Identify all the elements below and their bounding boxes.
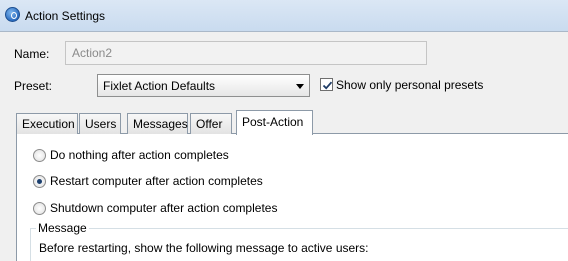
window-title: Action Settings xyxy=(25,9,106,23)
radio-shutdown[interactable] xyxy=(33,202,46,215)
option-do-nothing-label[interactable]: Do nothing after action completes xyxy=(50,148,229,162)
preset-selected-value: Fixlet Action Defaults xyxy=(103,79,216,93)
personal-presets-label[interactable]: Show only personal presets xyxy=(336,78,483,92)
radio-restart[interactable] xyxy=(33,175,46,188)
radio-do-nothing[interactable] xyxy=(33,149,46,162)
name-label: Name: xyxy=(14,47,50,61)
tab-offer[interactable]: Offer xyxy=(190,113,232,134)
option-shutdown-label[interactable]: Shutdown computer after action completes xyxy=(50,201,277,215)
tab-post-action[interactable]: Post-Action xyxy=(236,110,313,135)
message-description: Before restarting, show the following me… xyxy=(39,241,369,255)
tab-execution[interactable]: Execution xyxy=(16,113,78,134)
name-field: Action2 xyxy=(65,41,427,65)
preset-label: Preset: xyxy=(14,79,53,93)
preset-dropdown[interactable]: Fixlet Action Defaults xyxy=(97,74,310,97)
bigfix-app-icon xyxy=(5,7,20,22)
message-group-legend: Message xyxy=(36,221,89,235)
tab-messages[interactable]: Messages xyxy=(127,113,188,134)
tab-users[interactable]: Users xyxy=(79,113,121,134)
option-restart-label[interactable]: Restart computer after action completes xyxy=(50,174,263,188)
personal-presets-checkbox[interactable] xyxy=(320,78,333,91)
title-bar: Action Settings xyxy=(0,0,568,32)
checkmark-icon xyxy=(322,81,333,90)
chevron-down-icon[interactable] xyxy=(296,84,304,89)
